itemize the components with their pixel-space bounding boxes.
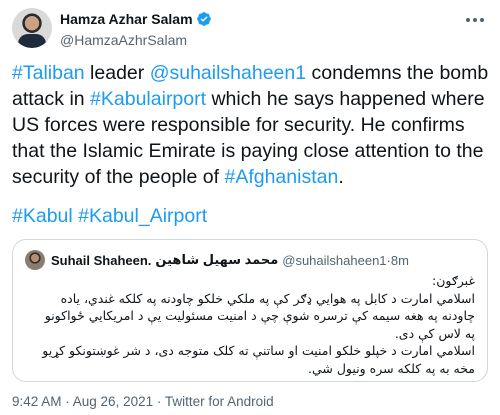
quoted-author-name-rtl: محمد سهيل شاهين [155,252,279,267]
tweet-meta[interactable]: 9:42 AM · Aug 26, 2021 · Twitter for And… [12,394,274,410]
quoted-tweet-text: غبرګون: اسلامي امارت د کابل په هوايي ډګر… [23,272,475,377]
quoted-tweet[interactable]: Suhail Shaheen. محمد سهيل شاهين @suhails… [12,239,488,382]
author-avatar[interactable] [12,8,52,48]
hashtag-taliban[interactable]: #Taliban [12,62,85,84]
verified-badge-icon [196,12,211,26]
quoted-text-line: اسلامي امارت د خپلو خلکو امنيت او ساتنې … [42,343,475,358]
hashtag-row: #Kabul #Kabul_Airport [12,203,207,229]
author-block: Hamza Azhar Salam @HamzaAzhrSalam [60,10,212,49]
quoted-text-line: مخه به په کلکه سره ونيول شي. [308,360,475,376]
quoted-tweet-header: Suhail Shaheen. محمد سهيل شاهين @suhails… [25,250,409,270]
tweet-text: #Taliban leader @suhailshaheen1 condemns… [12,60,490,190]
mention-suhailshaheen1[interactable]: @suhailshaheen1 [150,62,306,84]
quoted-author-name: Suhail Shaheen. [51,252,152,268]
hashtag-afghanistan[interactable]: #Afghanistan [224,166,338,188]
hashtag-kabul[interactable]: #Kabul [12,205,73,227]
quoted-timestamp: 8m [390,252,409,268]
tweet-text-part: leader [84,62,150,84]
quoted-text-line: په لاس کې دی. [394,325,475,341]
hashtag-kabul-airport[interactable]: #Kabul_Airport [78,205,207,227]
quoted-text-line: غبرګون: [431,273,475,288]
author-handle[interactable]: @HamzaAzhrSalam [60,31,212,49]
author-display-name[interactable]: Hamza Azhar Salam [60,11,193,27]
quoted-text-line: اسلامي امارت د کابل په هوايي ډګر کې په م… [60,290,475,306]
quoted-author-avatar [25,250,45,270]
quoted-author-handle: @suhailshaheen1 [282,252,387,268]
tweet: Hamza Azhar Salam @HamzaAzhrSalam #Talib… [0,0,500,415]
quoted-text-line: چاودنه په هغه سيمه کې ترسره شوې چې د امن… [44,308,475,323]
tweet-text-part: . [338,166,344,188]
more-options-icon[interactable] [464,12,486,28]
hashtag-kabulairport[interactable]: #Kabulairport [90,88,206,110]
